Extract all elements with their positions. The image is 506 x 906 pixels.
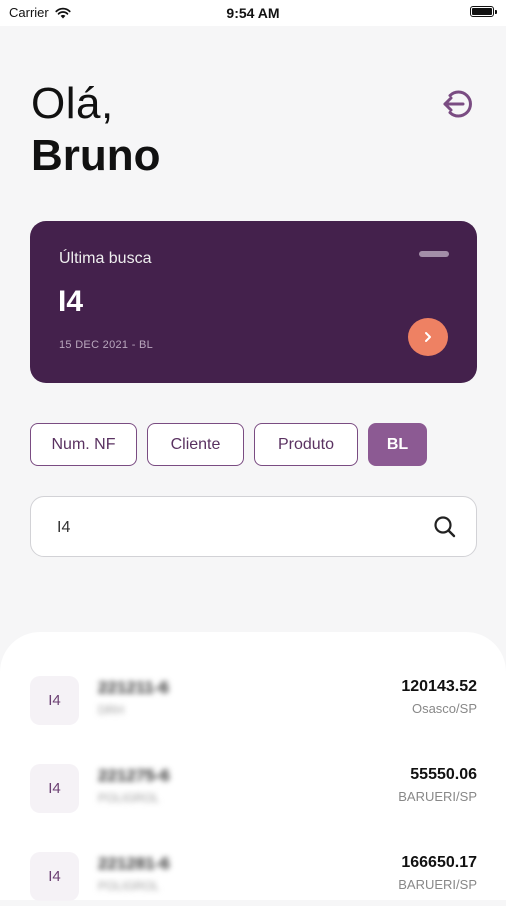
result-row[interactable]: I4 221281-6 POLIGROL 166650.17 BARUERI/S… [0,850,506,906]
filter-cliente[interactable]: Cliente [147,423,244,466]
result-badge: I4 [30,764,79,813]
result-subtitle: POLIGROL [98,879,160,893]
search-icon[interactable] [432,514,458,540]
result-row[interactable]: I4 221275-6 POLIGROL 55550.06 BARUERI/SP [0,762,506,818]
last-search-card[interactable]: Última busca I4 15 DEC 2021 - BL [30,221,477,383]
result-city: BARUERI/SP [398,877,477,892]
result-subtitle: POLIGROL [98,791,160,805]
battery-icon [470,6,497,17]
filter-label: BL [386,435,409,453]
last-search-label: Última busca [59,250,152,267]
result-amount: 166650.17 [401,854,477,871]
result-badge: I4 [30,676,79,725]
result-city: BARUERI/SP [398,789,477,804]
results-sheet: I4 221211-6 DRH 120143.52 Osasco/SP I4 2… [0,632,506,901]
result-badge: I4 [30,852,79,901]
last-search-meta: 15 DEC 2021 - BL [59,339,154,351]
result-subtitle: DRH [98,703,124,717]
greeting-hello: Olá, [31,79,114,128]
greeting-name: Bruno [31,131,161,180]
filter-label: Num. NF [51,435,116,453]
result-city: Osasco/SP [411,701,477,716]
search-input[interactable] [55,515,419,541]
logout-icon [443,90,472,118]
filter-label: Produto [277,435,335,453]
result-row[interactable]: I4 221211-6 DRH 120143.52 Osasco/SP [0,674,506,730]
result-title: 221211-6 [98,678,169,697]
result-title: 221275-6 [98,766,170,785]
card-handle[interactable] [419,251,449,257]
result-title: 221281-6 [98,854,170,873]
open-last-search-button[interactable] [408,318,448,356]
search-box [30,496,477,557]
filter-num-nf[interactable]: Num. NF [30,423,137,466]
result-amount: 55550.06 [410,766,477,783]
filter-produto[interactable]: Produto [254,423,358,466]
result-amount: 120143.52 [401,678,477,695]
status-time: 9:54 AM [226,5,280,21]
logout-button[interactable] [440,88,476,120]
status-bar: Carrier 9:54 AM [0,0,506,26]
greeting: Olá, Bruno [31,82,161,178]
chevron-right-icon [425,332,431,342]
filter-bl[interactable]: BL [368,423,427,466]
filter-label: Cliente [170,435,221,453]
last-search-value: I4 [58,285,84,318]
